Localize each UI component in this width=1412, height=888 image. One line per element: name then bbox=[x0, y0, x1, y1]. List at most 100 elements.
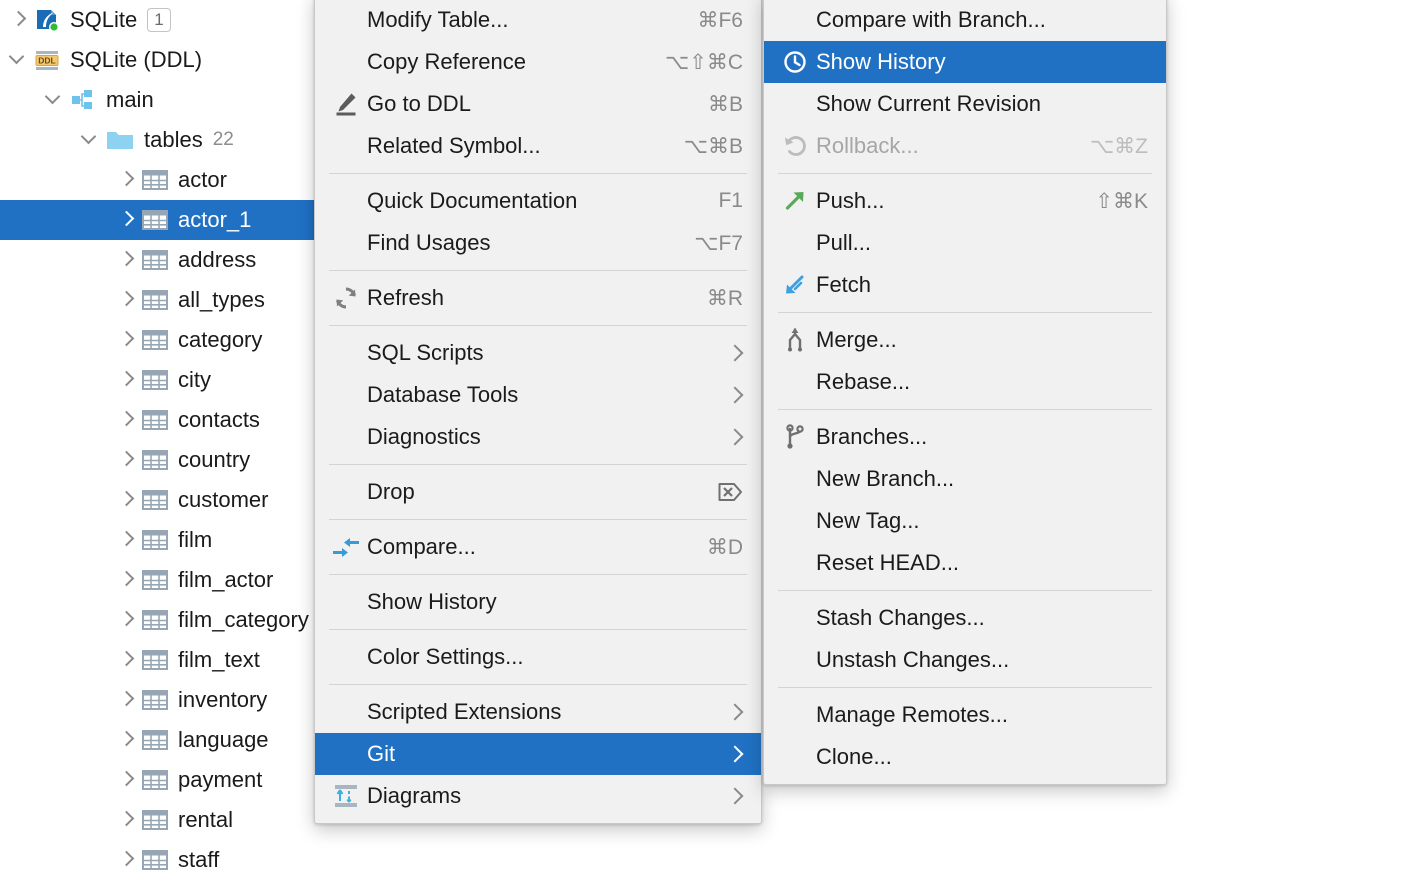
menu-item-branches[interactable]: Branches... bbox=[764, 416, 1166, 458]
menu-item-git[interactable]: Git bbox=[315, 733, 761, 775]
menu-separator bbox=[329, 173, 747, 174]
menu-item-icon-slot bbox=[778, 230, 812, 256]
database-explorer-tree[interactable]: SQLite1 DDL SQLite (DDL) main tables22 a… bbox=[0, 0, 330, 888]
tree-row[interactable]: all_types bbox=[0, 280, 330, 320]
menu-separator bbox=[329, 325, 747, 326]
chevron-right-icon[interactable] bbox=[116, 649, 138, 671]
chevron-right-icon[interactable] bbox=[116, 729, 138, 751]
chevron-right-icon[interactable] bbox=[116, 249, 138, 271]
menu-item-show-history[interactable]: Show History bbox=[315, 581, 761, 623]
tree-item-label: film bbox=[178, 527, 212, 553]
git-submenu[interactable]: Compare with Branch... Show HistoryShow … bbox=[763, 0, 1167, 785]
menu-item-diagrams[interactable]: Diagrams bbox=[315, 775, 761, 817]
tree-row[interactable]: payment bbox=[0, 760, 330, 800]
tree-row[interactable]: staff bbox=[0, 840, 330, 880]
menu-item-new-tag[interactable]: New Tag... bbox=[764, 500, 1166, 542]
chevron-right-icon[interactable] bbox=[116, 329, 138, 351]
tree-indent bbox=[0, 220, 116, 221]
chevron-right-icon[interactable] bbox=[116, 849, 138, 871]
tree-row[interactable]: category bbox=[0, 320, 330, 360]
menu-item-database-tools[interactable]: Database Tools bbox=[315, 374, 761, 416]
menu-item-compare-with-branch[interactable]: Compare with Branch... bbox=[764, 0, 1166, 41]
tree-row[interactable]: inventory bbox=[0, 680, 330, 720]
chevron-right-icon[interactable] bbox=[116, 169, 138, 191]
tree-indent bbox=[0, 460, 116, 461]
tree-row[interactable]: SQLite1 bbox=[0, 0, 330, 40]
menu-item-merge[interactable]: Merge... bbox=[764, 319, 1166, 361]
chevron-right-icon[interactable] bbox=[116, 409, 138, 431]
chevron-right-icon[interactable] bbox=[116, 609, 138, 631]
chevron-right-icon[interactable] bbox=[116, 289, 138, 311]
tree-row-selected[interactable]: actor_1 bbox=[0, 200, 330, 240]
menu-item-modify-table[interactable]: Modify Table...⌘F6 bbox=[315, 0, 761, 41]
chevron-right-icon[interactable] bbox=[8, 9, 30, 31]
chevron-down-icon[interactable] bbox=[80, 129, 102, 151]
menu-item-label: Diagrams bbox=[367, 783, 703, 809]
menu-item-scripted-extensions[interactable]: Scripted Extensions bbox=[315, 691, 761, 733]
tree-row[interactable]: country bbox=[0, 440, 330, 480]
menu-item-pull[interactable]: Pull... bbox=[764, 222, 1166, 264]
tree-row[interactable]: main bbox=[0, 80, 330, 120]
chevron-right-icon[interactable] bbox=[116, 369, 138, 391]
menu-item-rebase[interactable]: Rebase... bbox=[764, 361, 1166, 403]
menu-item-new-branch[interactable]: New Branch... bbox=[764, 458, 1166, 500]
tree-item-label: actor_1 bbox=[178, 207, 251, 233]
tree-row[interactable]: DDL SQLite (DDL) bbox=[0, 40, 330, 80]
chevron-right-icon[interactable] bbox=[116, 689, 138, 711]
tree-indent bbox=[0, 20, 8, 21]
tree-row[interactable]: film_text bbox=[0, 640, 330, 680]
menu-item-push[interactable]: Push...⇧⌘K bbox=[764, 180, 1166, 222]
tree-item-count: 22 bbox=[213, 129, 234, 151]
tree-row[interactable]: film_actor bbox=[0, 560, 330, 600]
menu-item-icon-slot bbox=[329, 7, 363, 33]
menu-item-reset-head[interactable]: Reset HEAD... bbox=[764, 542, 1166, 584]
table-icon bbox=[142, 649, 168, 671]
chevron-right-icon[interactable] bbox=[116, 809, 138, 831]
table-context-menu[interactable]: Modify Table...⌘F6Copy Reference⌥⇧⌘C Go … bbox=[314, 0, 762, 824]
table-icon bbox=[142, 569, 168, 591]
menu-item-go-to-ddl[interactable]: Go to DDL⌘B bbox=[315, 83, 761, 125]
menu-item-compare[interactable]: Compare...⌘D bbox=[315, 526, 761, 568]
menu-item-color-settings[interactable]: Color Settings... bbox=[315, 636, 761, 678]
menu-item-label: Show History bbox=[367, 589, 743, 615]
menu-item-unstash-changes[interactable]: Unstash Changes... bbox=[764, 639, 1166, 681]
menu-item-fetch[interactable]: Fetch bbox=[764, 264, 1166, 306]
table-icon bbox=[142, 409, 168, 431]
chevron-right-icon[interactable] bbox=[116, 769, 138, 791]
ddl-icon: DDL bbox=[34, 47, 60, 73]
tree-row[interactable]: language bbox=[0, 720, 330, 760]
menu-item-icon-slot bbox=[329, 230, 363, 256]
menu-item-drop[interactable]: Drop bbox=[315, 471, 761, 513]
tree-row[interactable]: film_category bbox=[0, 600, 330, 640]
tree-row[interactable]: customer bbox=[0, 480, 330, 520]
menu-item-copy-reference[interactable]: Copy Reference⌥⇧⌘C bbox=[315, 41, 761, 83]
menu-item-clone[interactable]: Clone... bbox=[764, 736, 1166, 778]
chevron-right-icon[interactable] bbox=[116, 569, 138, 591]
menu-item-manage-remotes[interactable]: Manage Remotes... bbox=[764, 694, 1166, 736]
menu-item-show-history[interactable]: Show History bbox=[764, 41, 1166, 83]
menu-item-shortcut: ⌥⇧⌘C bbox=[665, 50, 743, 75]
chevron-down-icon[interactable] bbox=[8, 49, 30, 71]
chevron-right-icon[interactable] bbox=[116, 449, 138, 471]
tree-row[interactable]: tables22 bbox=[0, 120, 330, 160]
chevron-down-icon[interactable] bbox=[44, 89, 66, 111]
chevron-right-icon[interactable] bbox=[116, 529, 138, 551]
menu-item-quick-documentation[interactable]: Quick DocumentationF1 bbox=[315, 180, 761, 222]
menu-item-related-symbol[interactable]: Related Symbol...⌥⌘B bbox=[315, 125, 761, 167]
tree-row[interactable]: contacts bbox=[0, 400, 330, 440]
tree-row[interactable]: address bbox=[0, 240, 330, 280]
menu-item-find-usages[interactable]: Find Usages⌥F7 bbox=[315, 222, 761, 264]
tree-row[interactable]: rental bbox=[0, 800, 330, 840]
menu-item-refresh[interactable]: Refresh⌘R bbox=[315, 277, 761, 319]
fetch-icon bbox=[782, 272, 808, 298]
tree-row[interactable]: city bbox=[0, 360, 330, 400]
menu-item-stash-changes[interactable]: Stash Changes... bbox=[764, 597, 1166, 639]
chevron-right-icon[interactable] bbox=[116, 209, 138, 231]
tree-row[interactable]: actor bbox=[0, 160, 330, 200]
menu-item-show-current-revision[interactable]: Show Current Revision bbox=[764, 83, 1166, 125]
menu-item-sql-scripts[interactable]: SQL Scripts bbox=[315, 332, 761, 374]
menu-item-diagnostics[interactable]: Diagnostics bbox=[315, 416, 761, 458]
chevron-right-icon[interactable] bbox=[116, 489, 138, 511]
tree-row[interactable]: film bbox=[0, 520, 330, 560]
submenu-chevron-right-icon bbox=[727, 788, 743, 804]
